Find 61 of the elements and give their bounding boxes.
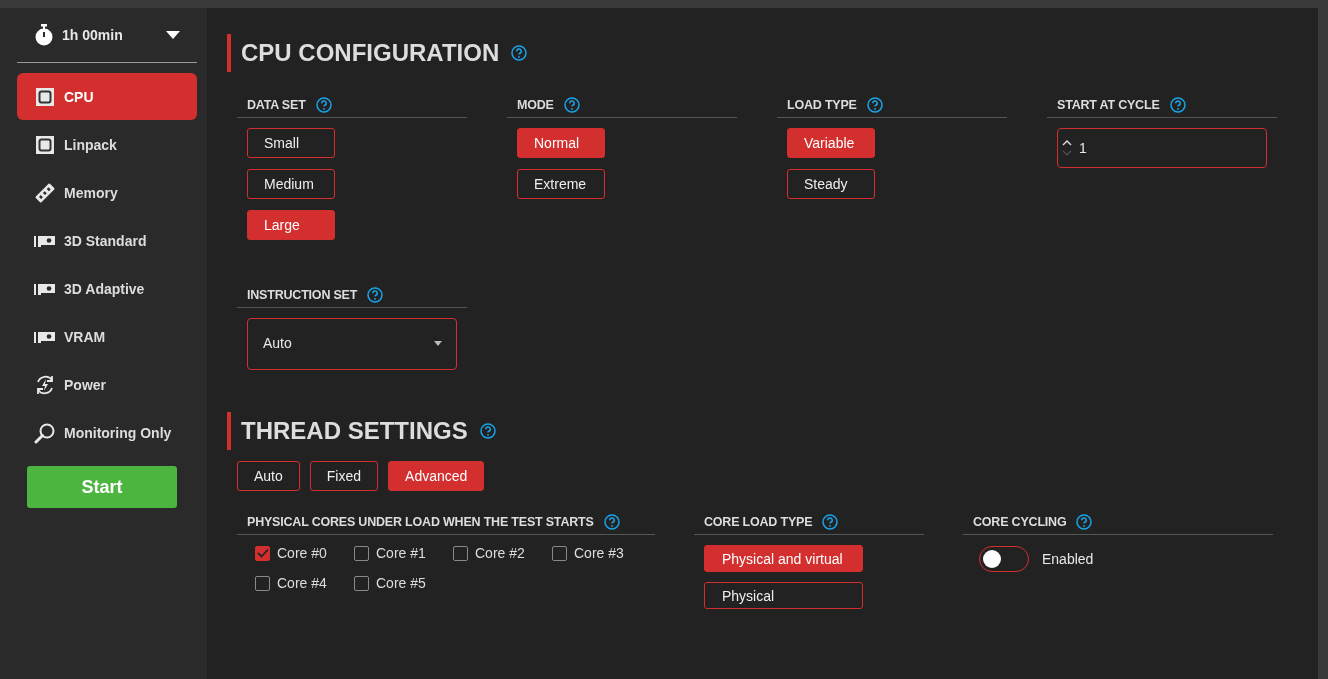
- option-button[interactable]: Medium: [247, 169, 335, 199]
- section-title: THREAD SETTINGS: [241, 417, 468, 445]
- help-icon[interactable]: [1169, 97, 1186, 113]
- checkmark-icon: [256, 548, 269, 558]
- help-icon[interactable]: [822, 514, 839, 530]
- core-checkbox[interactable]: Core #3: [552, 543, 651, 563]
- help-icon[interactable]: [603, 514, 620, 530]
- graphics-card-icon: [34, 330, 56, 344]
- sidebar-item[interactable]: Monitoring Only: [17, 409, 197, 457]
- caret-icon: [166, 31, 180, 39]
- group-label: LOAD TYPE: [787, 98, 857, 112]
- toggle-label: Enabled: [1042, 551, 1094, 567]
- graphics-card-icon: [34, 282, 56, 296]
- sidebar-item[interactable]: 3D Standard: [17, 217, 197, 265]
- section-title: CPU CONFIGURATION: [241, 39, 500, 67]
- power-cycle-icon: [34, 374, 56, 396]
- option-button[interactable]: Normal: [517, 128, 605, 158]
- option-button[interactable]: Physical and virtual: [704, 545, 863, 572]
- option-button[interactable]: Small: [247, 128, 335, 158]
- core-checkbox[interactable]: Core #5: [354, 573, 453, 593]
- group-label: START AT CYCLE: [1057, 98, 1160, 112]
- chip-icon: [35, 135, 55, 155]
- sidebar-item[interactable]: VRAM: [17, 313, 197, 361]
- help-icon[interactable]: [1076, 514, 1093, 530]
- core-checkbox[interactable]: Core #0: [255, 543, 354, 563]
- help-icon[interactable]: [479, 423, 496, 439]
- stopwatch-icon: [34, 24, 54, 46]
- caret-icon: [434, 340, 442, 346]
- thread-mode-button[interactable]: Auto: [237, 461, 300, 491]
- core-checkbox[interactable]: Core #4: [255, 573, 354, 593]
- graphics-card-icon: [34, 234, 56, 248]
- instruction-set-dropdown[interactable]: Auto: [247, 318, 457, 370]
- core-checkbox[interactable]: Core #1: [354, 543, 453, 563]
- group-label: PHYSICAL CORES UNDER LOAD WHEN THE TEST STARTS: [247, 515, 594, 529]
- sidebar-item[interactable]: CPU: [17, 73, 197, 120]
- help-icon[interactable]: [315, 97, 332, 113]
- group-label: CORE CYCLING: [973, 515, 1067, 529]
- group-label: MODE: [517, 98, 554, 112]
- help-icon[interactable]: [367, 287, 384, 303]
- timer-dropdown[interactable]: 1h 00min: [17, 8, 197, 62]
- group-label: CORE LOAD TYPE: [704, 515, 813, 529]
- sidebar-item[interactable]: Memory: [17, 169, 197, 217]
- group-label: INSTRUCTION SET: [247, 288, 358, 302]
- option-button[interactable]: Physical: [704, 582, 863, 609]
- thread-mode-button[interactable]: Fixed: [309, 461, 379, 491]
- search-icon: [34, 422, 56, 444]
- option-button[interactable]: Variable: [787, 128, 875, 158]
- sidebar-item[interactable]: Linpack: [17, 121, 197, 169]
- core-checkbox[interactable]: Core #2: [453, 543, 552, 563]
- sidebar-item[interactable]: Power: [17, 361, 197, 409]
- help-icon[interactable]: [866, 97, 883, 113]
- chip-icon: [35, 86, 55, 107]
- group-label: DATA SET: [247, 98, 306, 112]
- option-button[interactable]: Steady: [787, 169, 875, 199]
- help-icon[interactable]: [563, 97, 580, 113]
- thread-mode-button[interactable]: Advanced: [388, 461, 485, 491]
- option-button[interactable]: Large: [247, 210, 335, 240]
- option-button[interactable]: Extreme: [517, 169, 605, 199]
- number-field[interactable]: 1: [1057, 128, 1267, 168]
- sidebar-item[interactable]: 3D Adaptive: [17, 265, 197, 313]
- help-icon[interactable]: [511, 45, 528, 61]
